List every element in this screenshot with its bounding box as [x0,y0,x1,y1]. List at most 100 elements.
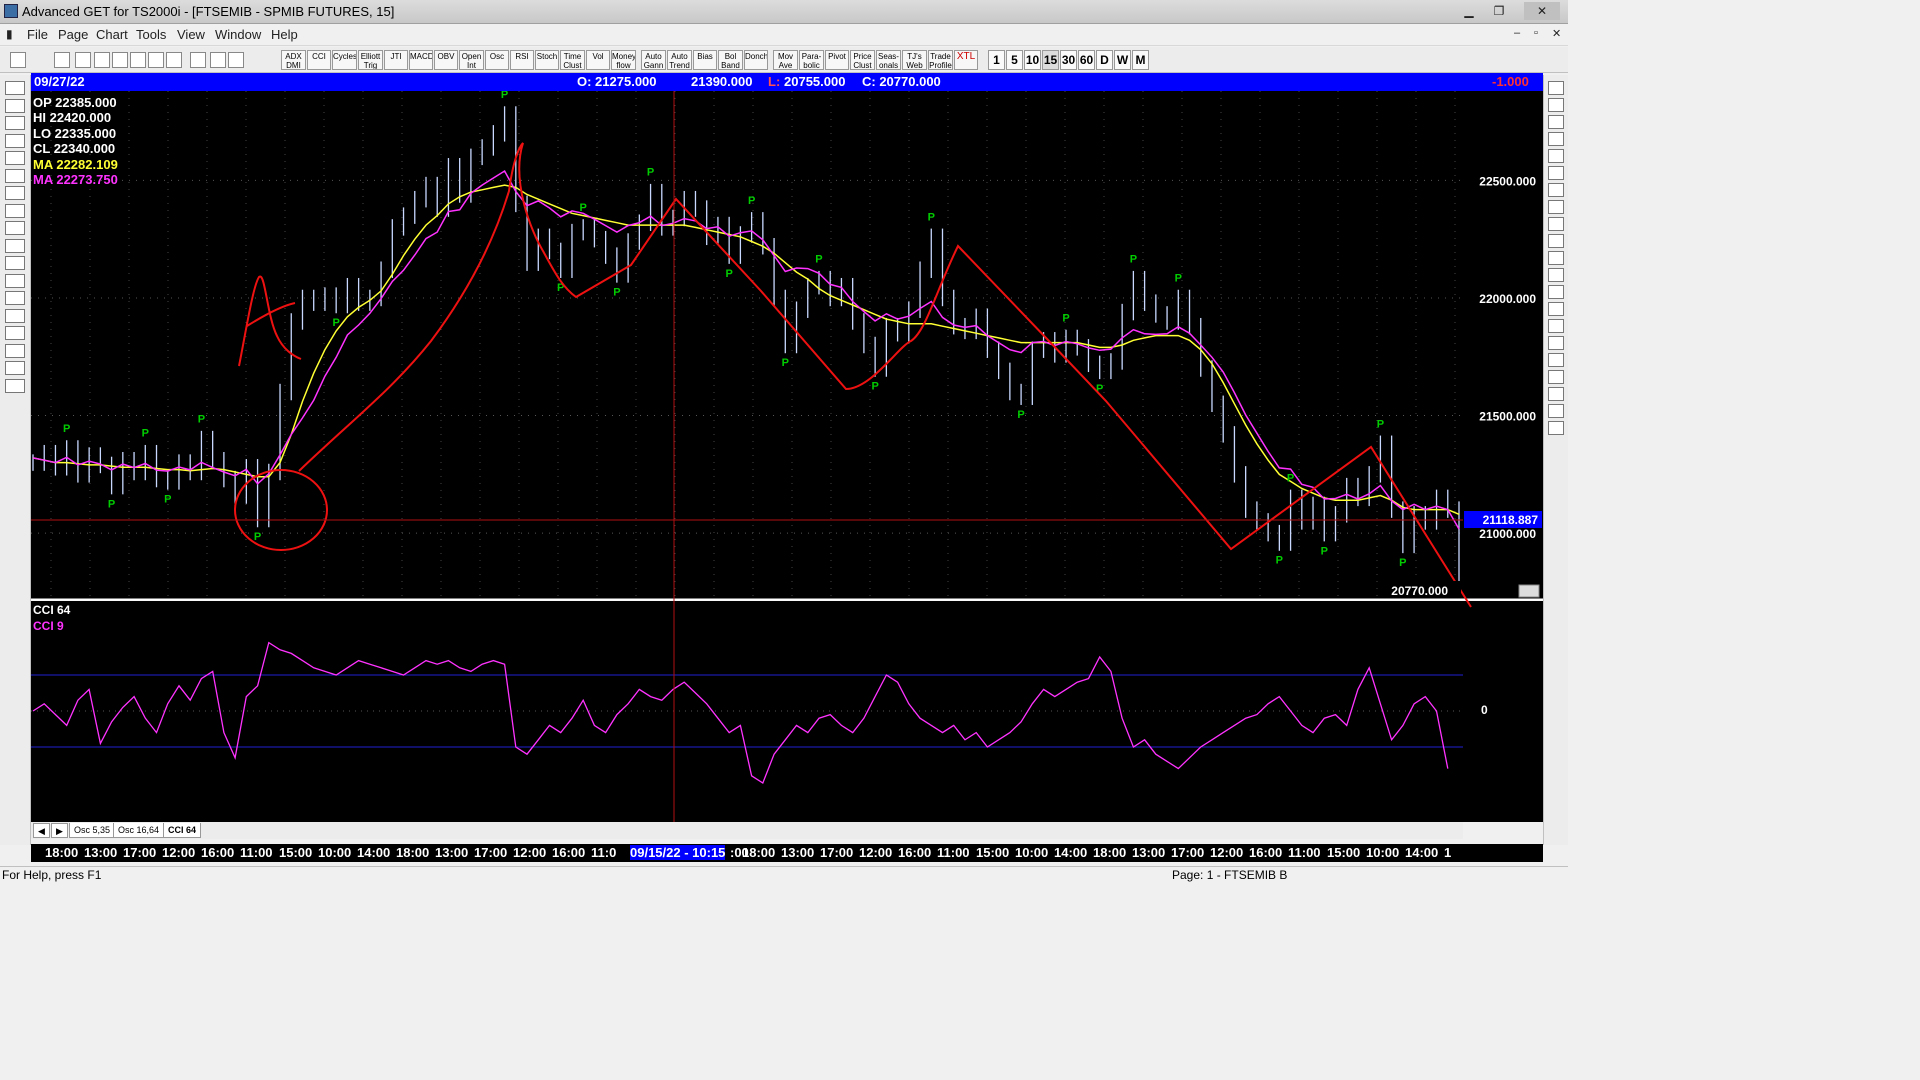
drawing-tool-17-icon[interactable] [1548,353,1564,367]
mdi-restore-icon[interactable]: ▫ [1534,27,1538,39]
tab-osc-16-64[interactable]: Osc 16,64 [113,823,165,838]
save-icon[interactable] [112,52,128,68]
indicator-button-auto-gann[interactable]: Auto Gann [641,50,666,70]
indicator-button-elliott-trig[interactable]: Elliott Trig [358,50,383,70]
properties-icon[interactable] [5,378,25,393]
cursor-icon[interactable] [10,52,26,68]
indicator-button-jti[interactable]: JTI [384,50,408,70]
menu-window[interactable]: Window [215,27,261,42]
help-icon[interactable] [210,52,226,68]
page-icon[interactable] [94,52,110,68]
drawing-tool-21-icon[interactable] [1548,421,1564,435]
indicator-button-open-int[interactable]: Open Int [459,50,484,70]
tab-osc-5-35[interactable]: Osc 5,35 [69,823,116,838]
indicator-button-time-clust[interactable]: Time Clust [560,50,585,70]
indicator-button-para-bolic[interactable]: Para-bolic [799,50,824,70]
indicator-button-macd[interactable]: MACD [409,50,433,70]
menu-tools[interactable]: Tools [136,27,166,42]
indicator-button-stoch[interactable]: Stoch [535,50,559,70]
layout-icon[interactable] [166,52,182,68]
drawing-tool-8-icon[interactable] [1548,200,1564,214]
elliott-icon[interactable] [5,151,25,165]
reset-icon[interactable] [5,116,25,130]
grid-toggle-icon[interactable] [5,291,25,305]
drawing-tool-7-icon[interactable] [1548,183,1564,197]
indicator-button-donch[interactable]: Donch [744,50,768,70]
drawing-tool-6-icon[interactable] [1548,166,1564,180]
drawing-tool-12-icon[interactable] [1548,268,1564,282]
indicator-button-cycles[interactable]: Cycles [332,50,357,70]
up-arrow-icon[interactable] [5,168,25,183]
crosshair-tool-icon[interactable] [5,361,25,375]
indicator-button-mov-ave[interactable]: Mov Ave [773,50,798,70]
menu-view[interactable]: View [177,27,205,42]
interval-button-1[interactable]: 1 [988,50,1005,70]
menu-page[interactable]: Page [58,27,88,42]
drawing-tool-15-icon[interactable] [1548,319,1564,333]
drawing-tool-10-icon[interactable] [1548,234,1564,248]
price-chart[interactable]: PPPPPPPPPPPPPPPPPPPPPPPPPPPP 22500.00022… [31,91,1543,822]
maximize-button[interactable]: ❐ [1486,2,1512,20]
scale-icon[interactable] [1518,584,1540,598]
study-icon[interactable] [5,133,25,148]
minimize-button[interactable]: ▁ [1456,2,1482,20]
fib-icon[interactable] [5,343,25,358]
zoom-icon[interactable] [5,98,25,113]
indicator-button-cci[interactable]: CCI [307,50,331,70]
lines-icon[interactable] [5,308,25,323]
interval-button-w[interactable]: W [1114,50,1131,70]
indicator-button-trade-profile[interactable]: Trade Profile [928,50,953,70]
whats-this-icon[interactable] [228,52,244,68]
interval-button-5[interactable]: 5 [1006,50,1023,70]
expand-icon[interactable] [5,273,25,288]
indicator-button-seas-onals[interactable]: Seas-onals [876,50,901,70]
drawing-tool-1-icon[interactable] [1548,81,1564,95]
interval-button-d[interactable]: D [1096,50,1113,70]
indicator-button-obv[interactable]: OBV [434,50,458,70]
bar-spacing-icon[interactable] [5,238,25,253]
drawing-tool-19-icon[interactable] [1548,387,1564,401]
indicator-button-tj-s-web[interactable]: TJ's Web [902,50,927,70]
menu-file[interactable]: File [27,27,48,42]
left-arrow-icon[interactable] [5,203,25,218]
drawing-tool-3-icon[interactable] [1548,115,1564,129]
indicator-button-xtl[interactable]: XTL [954,50,978,70]
menu-chart[interactable]: Chart [96,27,128,42]
doc-menu-icon[interactable]: ▮ [6,27,13,41]
drawing-tool-2-icon[interactable] [1548,98,1564,112]
open-icon[interactable] [75,52,91,68]
gann-icon[interactable] [5,326,25,340]
close-button[interactable]: ✕ [1524,2,1560,20]
drawing-tool-18-icon[interactable] [1548,370,1564,384]
menu-help[interactable]: Help [271,27,298,42]
indicator-button-vol[interactable]: Vol [586,50,610,70]
indicator-button-bias[interactable]: Bias [693,50,717,70]
indicator-button-adx-dmi[interactable]: ADX DMI [281,50,306,70]
drawing-tool-4-icon[interactable] [1548,132,1564,146]
print-icon[interactable] [190,52,206,68]
grid-icon[interactable] [148,52,164,68]
new-doc-icon[interactable] [54,52,70,68]
drawing-tool-16-icon[interactable] [1548,336,1564,350]
drawing-tool-5-icon[interactable] [1548,149,1564,163]
indicator-button-auto-trend[interactable]: Auto Trend [667,50,692,70]
copy-icon[interactable] [130,52,146,68]
interval-button-15[interactable]: 15 [1042,50,1059,70]
drawing-tool-9-icon[interactable] [1548,217,1564,231]
interval-button-60[interactable]: 60 [1078,50,1095,70]
drawing-tool-20-icon[interactable] [1548,404,1564,418]
compress-icon[interactable] [5,256,25,270]
tab-cci-64[interactable]: CCI 64 [163,823,202,838]
interval-button-m[interactable]: M [1132,50,1149,70]
interval-button-10[interactable]: 10 [1024,50,1041,70]
mdi-close-icon[interactable]: ✕ [1552,27,1561,40]
drawing-tool-13-icon[interactable] [1548,285,1564,299]
tab-scroll-left-icon[interactable]: ◀ [33,823,50,838]
indicator-button-rsi[interactable]: RSI [510,50,534,70]
drawing-tool-11-icon[interactable] [1548,251,1564,265]
indicator-button-osc[interactable]: Osc [485,50,509,70]
tab-scroll-right-icon[interactable]: ▶ [51,823,68,838]
indicator-button-pivot[interactable]: Pivot [825,50,849,70]
open-chart-icon[interactable] [5,81,25,95]
drawing-tool-14-icon[interactable] [1548,302,1564,316]
